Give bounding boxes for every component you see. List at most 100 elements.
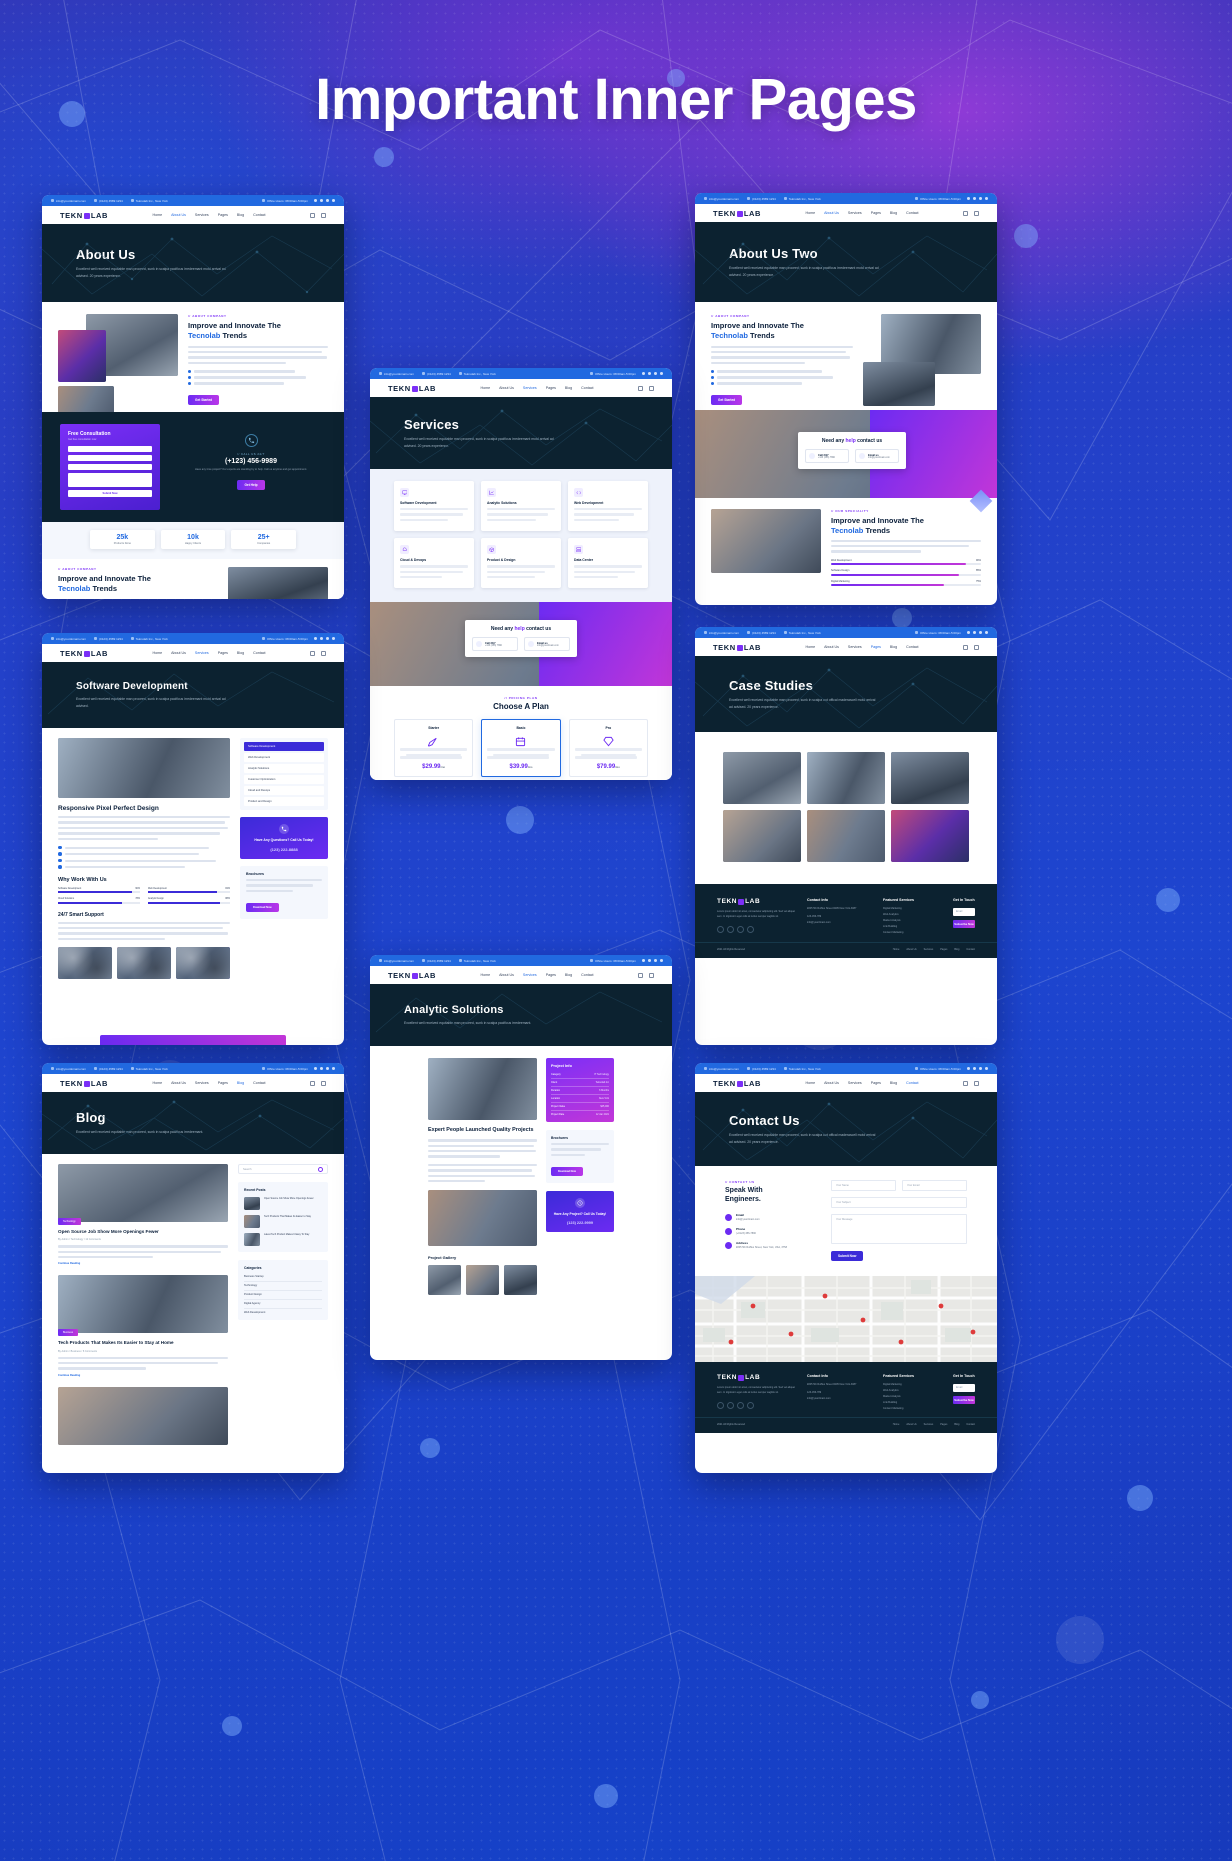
nav-item-contact[interactable]: Contact [581,973,593,977]
footer-bottom-links[interactable]: Home About Us Services Pages Blog Contac… [893,1423,975,1426]
question-card[interactable]: Have Any Questions? Call Us Today! (123)… [240,817,328,859]
nav-item-about[interactable]: About Us [824,645,839,649]
nav-item-pages[interactable]: Pages [871,645,881,649]
nav-item-home[interactable]: Home [806,1081,816,1085]
topbar-email[interactable]: info@yourdomain.com [384,372,414,376]
category-item[interactable]: Web Development [244,1311,322,1314]
nav-item-blog[interactable]: Blog [890,645,897,649]
nav-item-about[interactable]: About Us [824,1081,839,1085]
nav-item-services[interactable]: Services [523,973,537,977]
footer-link-services[interactable]: Services [924,1423,934,1426]
post-tag[interactable]: Technology [58,1218,81,1225]
topbar-email[interactable]: info@yourdomain.com [384,959,414,963]
call-phone[interactable]: (+123) 456-9989 [176,458,326,465]
nav-item-about[interactable]: About Us [171,213,186,217]
logo[interactable]: TEKN LAB [388,384,436,393]
nav-item-pages[interactable]: Pages [546,386,556,390]
widget-item[interactable]: Latest Tech Product Makes It Easy To Sta… [244,1233,322,1246]
nav-links[interactable]: Home About Us Services Pages Blog Contac… [806,645,919,649]
nav-item-about[interactable]: About Us [171,651,186,655]
topbar-phone[interactable]: (0123) 4589 1234 [427,959,451,963]
topbar-socials[interactable] [642,959,663,962]
nav-item-services[interactable]: Services [848,211,862,215]
topbar-phone[interactable]: (0123) 4589 1234 [752,631,776,635]
sidebar-item-web-development[interactable]: Web Development [244,753,324,762]
cart-icon[interactable] [648,385,654,391]
nav-item-home[interactable]: Home [153,1081,163,1085]
nav-item-pages[interactable]: Pages [218,651,228,655]
footer-link-home[interactable]: Home [893,1423,900,1426]
topbar-socials[interactable] [314,637,335,640]
topbar-email[interactable]: info@yourdomain.com [56,199,86,203]
gallery-item[interactable] [807,752,885,804]
gallery-item[interactable] [891,752,969,804]
nav-item-contact[interactable]: Contact [906,211,918,215]
help-call-item[interactable]: Call 24/7 +123 (456) 7890 [472,637,518,652]
consultation-fields[interactable] [68,446,152,487]
search-icon[interactable] [309,650,315,656]
footer-service-link[interactable]: Web Analytics [883,1389,943,1392]
facebook-icon[interactable] [717,1401,724,1409]
map-area[interactable] [695,1276,997,1362]
nav-item-contact[interactable]: Contact [253,651,265,655]
nav-item-services[interactable]: Services [848,645,862,649]
nav-item-blog[interactable]: Blog [890,1081,897,1085]
footer-link-pages[interactable]: Pages [940,948,947,951]
topbar-phone[interactable]: (0123) 4589 1234 [752,197,776,201]
twitter-icon[interactable] [727,925,734,933]
topbar-phone[interactable]: (0123) 4589 1234 [99,637,123,641]
footer-service-link[interactable]: Digital Marketing [883,907,943,910]
sidebar-item-product-design[interactable]: Product and Design [244,797,324,806]
blog-post[interactable]: Business Tech Products That Makes Its Ea… [58,1275,228,1377]
instagram-icon[interactable] [747,1401,754,1409]
nav-item-home[interactable]: Home [481,386,491,390]
nav-links[interactable]: Home About Us Services Pages Blog Contac… [481,386,594,390]
footer-link-contact[interactable]: Contact [966,1423,975,1426]
download-button[interactable]: Download Now [246,902,279,912]
sidebar-item-customer-optimization[interactable]: Customer Optimization [244,775,324,784]
nav-links[interactable]: Home About Us Services Pages Blog Contac… [806,1081,919,1085]
input-your-message[interactable] [68,473,152,487]
nav-icons[interactable] [309,212,326,218]
help-call-item[interactable]: Call 24/7 +123 (456) 7890 [805,449,850,463]
widget-item-title[interactable]: Latest Tech Product Makes It Easy To Sta… [264,1233,309,1246]
sidebar-item-software-development[interactable]: Software Development [244,742,324,751]
footer-service-link[interactable]: Link Building [883,925,943,928]
footer-service-link[interactable]: Content Marketing [883,1407,943,1410]
nav-item-contact[interactable]: Contact [253,1081,265,1085]
nav-links[interactable]: Home About Us Services Pages Blog Contac… [153,1081,266,1085]
search-icon[interactable] [318,1166,323,1172]
topbar-socials[interactable] [314,199,335,202]
service-card[interactable]: Web Development [568,481,648,532]
nav-item-services[interactable]: Services [195,1081,209,1085]
cart-icon[interactable] [973,1080,979,1086]
service-card[interactable]: Software Development [394,481,474,532]
info-value[interactable]: info@yourdmain.com [736,1218,760,1221]
input-your-email[interactable] [68,455,152,461]
nav-item-about[interactable]: About Us [499,973,514,977]
footer-service-link[interactable]: Market Analysis [883,1395,943,1398]
nav-icons[interactable] [962,210,979,216]
nav-item-services[interactable]: Services [195,213,209,217]
nav-item-contact[interactable]: Contact [906,1081,918,1085]
mockup-analytic-solutions[interactable]: info@yourdomain.com (0123) 4589 1234 Tek… [370,955,672,1360]
gallery-item[interactable] [723,752,801,804]
footer-link-about[interactable]: About Us [906,948,916,951]
category-item[interactable]: Digital Agency [244,1302,322,1309]
post-title[interactable]: Open Source Job Show More Openings Fewer [58,1229,228,1235]
mockup-case-studies[interactable]: info@yourdomain.com (0123) 4589 1234 Tek… [695,627,997,1045]
logo[interactable]: TEKN LAB [388,971,436,980]
footer-service-link[interactable]: Link Building [883,1401,943,1404]
question-card[interactable]: Have Any Project? Call Us Today! (123) 2… [546,1191,614,1232]
nav-item-blog[interactable]: Blog [565,973,572,977]
pricing-plan-pro[interactable]: Pro $79.99/mo [568,719,648,777]
topbar-socials[interactable] [967,197,988,200]
service-card[interactable]: Cloud & Devops [394,538,474,589]
topbar-email[interactable]: info@yourdomain.com [56,637,86,641]
nav-item-pages[interactable]: Pages [218,1081,228,1085]
cart-icon[interactable] [320,650,326,656]
sidebar-services-list[interactable]: Software Development Web Development Ana… [240,738,328,810]
search-icon[interactable] [637,972,643,978]
widget-item-title[interactable]: Tech Products That Makes Its Easier to S… [264,1215,311,1228]
footer-link-blog[interactable]: Blog [954,1423,959,1426]
